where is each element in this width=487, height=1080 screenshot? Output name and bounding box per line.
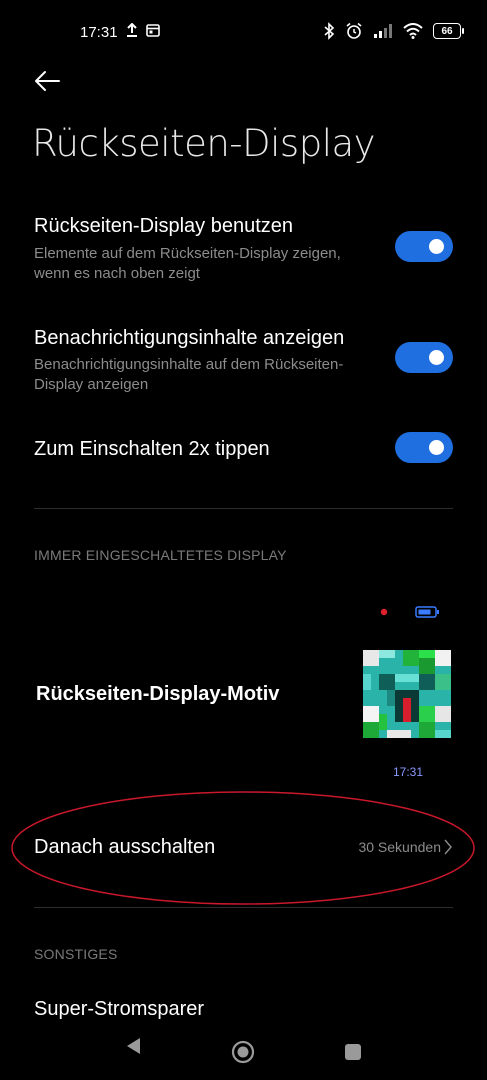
annotation-ellipse [11, 791, 475, 905]
calendar-icon [146, 24, 160, 37]
preview-status-icons [380, 606, 439, 618]
back-arrow-icon[interactable] [32, 66, 62, 96]
double-tap-title: Zum Einschalten 2x tippen [34, 438, 270, 460]
use-display-title: Rückseiten-Display benutzen [34, 215, 294, 237]
battery-level: 66 [441, 25, 453, 37]
wifi-icon [403, 23, 423, 39]
motif-preview[interactable]: 17:31 [362, 600, 454, 780]
alarm-icon [346, 22, 362, 39]
toggle-knob [429, 350, 444, 365]
double-tap-toggle[interactable] [395, 432, 453, 463]
divider [34, 907, 453, 908]
bluetooth-icon [324, 22, 335, 40]
nav-home-icon[interactable] [231, 1040, 255, 1064]
use-display-toggle[interactable] [395, 231, 453, 262]
notifications-subtitle: Benachrichtigungsinhalte auf dem Rücksei… [34, 356, 344, 393]
battery-icon: 66 [433, 23, 464, 39]
super-saver-label[interactable]: Super-Stromsparer [34, 998, 204, 1021]
nav-back-icon[interactable] [124, 1036, 142, 1056]
motif-label[interactable]: Rückseiten-Display-Motiv [36, 683, 279, 706]
status-icons-left [126, 23, 160, 37]
nav-recents-icon[interactable] [344, 1043, 362, 1061]
always-on-section-header: IMMER EINGESCHALTETES DISPLAY [34, 547, 287, 563]
preview-time: 17:31 [392, 765, 424, 779]
other-section-header: SONSTIGES [34, 946, 118, 962]
divider [34, 508, 453, 509]
toggle-knob [429, 239, 444, 254]
page-title: Rückseiten-Display [32, 122, 376, 165]
status-icons-right: 66 [323, 22, 464, 40]
upload-icon [127, 23, 137, 37]
notifications-toggle[interactable] [395, 342, 453, 373]
notifications-title: Benachrichtigungsinhalte anzeigen [34, 327, 345, 349]
pixel-creeper-image [363, 650, 451, 738]
toggle-knob [429, 440, 444, 455]
status-time: 17:31 [80, 24, 118, 41]
signal-icon [374, 24, 392, 38]
use-display-subtitle: Elemente auf dem Rückseiten-Display zeig… [34, 245, 341, 282]
